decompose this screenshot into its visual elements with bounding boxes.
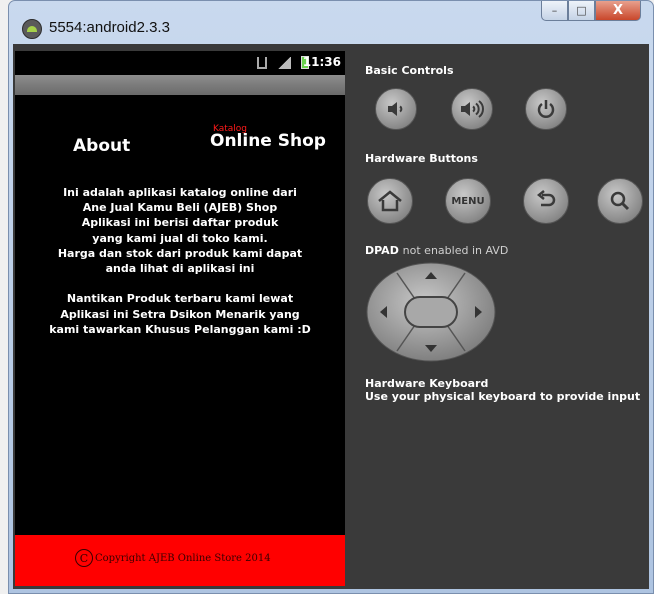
status-icons xyxy=(257,56,309,69)
body-line: Aplikasi ini Setra Dsikon Menarik yang xyxy=(60,307,300,321)
menu-button-label: MENU xyxy=(451,195,485,207)
signal-icon xyxy=(277,56,291,69)
body-line: kami tawarkan Khusus Pelanggan kami :D xyxy=(49,322,311,336)
copyright-text-group: C Copyright AJEB Online Store 2014 xyxy=(75,549,271,567)
close-button[interactable]: X xyxy=(595,1,641,21)
app-title-bar xyxy=(15,75,345,95)
volume-down-icon xyxy=(388,102,403,116)
body-line: yang kami jual di toko kami. xyxy=(92,231,268,245)
window-titlebar[interactable]: 5554:android2.3.3 – □ X xyxy=(9,1,653,43)
status-time: 11:36 xyxy=(302,55,341,69)
hardware-keyboard-title: Hardware Keyboard xyxy=(365,377,489,390)
basic-controls-label: Basic Controls xyxy=(365,64,454,77)
volume-down-button[interactable] xyxy=(375,88,417,130)
body-line: Ini adalah aplikasi katalog online dari xyxy=(63,186,297,199)
about-body-text: Ini adalah aplikasi katalog online dari … xyxy=(15,185,345,337)
android-app-icon xyxy=(22,19,42,39)
volume-up-icon xyxy=(461,100,484,118)
caption-buttons: – □ X xyxy=(541,1,641,23)
shop-title: Online Shop xyxy=(210,131,326,151)
body-line: Nantikan Produk terbaru kami lewat xyxy=(66,292,294,306)
volume-up-button[interactable] xyxy=(451,88,493,130)
body-line: Harga dan stok dari produk kami dapat xyxy=(57,246,303,260)
hardware-buttons-label: Hardware Buttons xyxy=(365,152,478,165)
power-button[interactable] xyxy=(525,88,567,130)
body-line: Ane Jual Kamu Beli (AJEB) Shop xyxy=(82,201,278,215)
copyright-text: Copyright AJEB Online Store 2014 xyxy=(95,552,271,564)
minimize-button[interactable]: – xyxy=(541,1,568,21)
window-title: 5554:android2.3.3 xyxy=(49,19,170,36)
body-line: Aplikasi ini berisi daftar produk xyxy=(81,216,279,230)
maximize-button[interactable]: □ xyxy=(568,1,595,21)
power-icon xyxy=(537,100,555,118)
copyright-symbol-icon: C xyxy=(75,549,93,567)
hardware-keyboard-note: Use your physical keyboard to provide in… xyxy=(365,390,641,403)
home-icon xyxy=(378,190,402,212)
back-button[interactable] xyxy=(523,178,569,224)
home-button[interactable] xyxy=(367,178,413,224)
back-icon xyxy=(536,190,556,207)
dpad-label: DPAD not enabled in AVD xyxy=(365,244,508,257)
about-heading: About xyxy=(73,136,131,156)
dpad-control[interactable] xyxy=(365,261,497,363)
android-status-bar: 11:36 xyxy=(15,51,345,75)
usb-icon xyxy=(257,56,267,69)
android-screen[interactable]: 11:36 About Katalog Online Shop Ini adal… xyxy=(15,51,345,586)
search-icon xyxy=(610,191,630,211)
body-line: anda lihat di aplikasi ini xyxy=(105,262,255,276)
dpad-title: DPAD xyxy=(365,244,399,257)
emulator-window: 5554:android2.3.3 – □ X 11:36 About Kata… xyxy=(8,0,654,594)
emulator-client-area: 11:36 About Katalog Online Shop Ini adal… xyxy=(13,44,649,589)
menu-button[interactable]: MENU xyxy=(445,178,491,224)
dpad-note: not enabled in AVD xyxy=(402,244,509,257)
hardware-keyboard-info: Hardware Keyboard Use your physical keyb… xyxy=(365,377,640,403)
footer-bar: C Copyright AJEB Online Store 2014 xyxy=(15,535,345,586)
search-button[interactable] xyxy=(597,178,643,224)
body-line-blank xyxy=(15,276,345,291)
